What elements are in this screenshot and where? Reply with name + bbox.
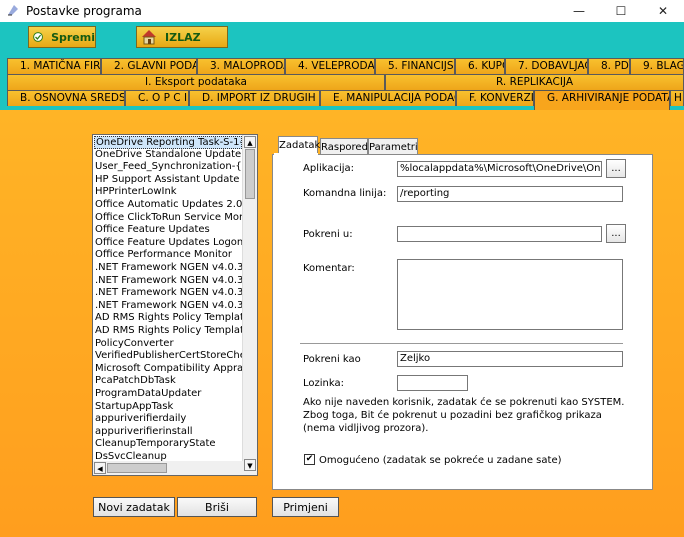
close-button[interactable]: ✕ [642,0,684,22]
app-icon [8,5,18,16]
comment-label: Komentar: [303,263,355,274]
tab-manipulacija-podacima[interactable]: E. MANIPULACIJA PODACIMA [320,90,456,106]
save-label: Spremi [51,30,95,44]
tab-dobavljaci[interactable]: 7. DOBAVLJAČI [505,58,588,74]
task-list-item[interactable]: .NET Framework NGEN v4.0.30319 64 [94,287,243,300]
separator [300,343,623,344]
task-list-item[interactable]: CleanupTemporaryState [94,438,243,451]
scroll-thumb[interactable] [245,149,255,199]
tab-osnovna-sredstva[interactable]: B. OSNOVNA SREDSTVA [7,90,125,106]
tab-pdv[interactable]: 8. PDV [588,58,630,74]
tab-arhiviranje-podataka[interactable]: G. ARHIVIRANJE PODATAKA [534,90,670,110]
password-label: Lozinka: [303,378,344,389]
app-label: Aplikacija: [303,163,355,174]
app-path-field[interactable]: %localappdata%\Microsoft\OneDrive\OneDri… [397,161,602,177]
tab-eksport-podataka[interactable]: I. Eksport podataka [7,74,385,90]
home-icon [142,30,156,45]
exit-label: IZLAZ [165,30,201,44]
start-in-label: Pokreni u: [303,229,353,240]
scroll-left-arrow[interactable]: ◀ [94,462,106,474]
command-line-field[interactable]: /reporting [397,186,623,202]
scroll-up-arrow[interactable]: ▲ [244,136,256,148]
new-task-button[interactable]: Novi zadatak [93,497,175,517]
task-list-item[interactable]: .NET Framework NGEN v4.0.30319 Cri [94,300,243,313]
task-list-item[interactable]: StartupAppTask [94,401,243,414]
tab-opcije[interactable]: C. O P C I J E [125,90,189,106]
task-list-item[interactable]: appuriverifierdaily [94,413,243,426]
tab-kupci[interactable]: 6. KUPCI [455,58,505,74]
scroll-down-arrow[interactable]: ▼ [244,459,256,471]
browse-start-in-button[interactable]: ... [606,224,626,243]
title-bar: Postavke programa — ☐ ✕ [0,0,684,22]
task-list-item[interactable]: OneDrive Standalone Update Task-S-1 [94,149,243,162]
task-list-item[interactable]: Office Automatic Updates 2.0 [94,199,243,212]
task-list-item[interactable]: .NET Framework NGEN v4.0.30319 [94,262,243,275]
start-in-field[interactable] [397,226,602,242]
run-as-field[interactable]: Zeljko [397,351,623,367]
exit-button[interactable]: IZLAZ [136,26,228,48]
tab-glavni-podaci[interactable]: 2. GLAVNI PODACI [101,58,197,74]
task-list[interactable]: OneDrive Reporting Task-S-1-5-21-223OneD… [92,134,258,476]
window-title: Postavke programa [26,4,142,18]
task-list-item[interactable]: VerifiedPublisherCertStoreCheck [94,350,243,363]
run-as-label: Pokreni kao [303,354,361,365]
enabled-label: Omogućeno (zadatak se pokreće u zadane s… [319,455,562,466]
check-icon [33,32,43,42]
task-list-item[interactable]: Office ClickToRun Service Monitor [94,212,243,225]
task-list-item[interactable]: OneDrive Reporting Task-S-1-5-21-223 [94,136,242,149]
list-vertical-scrollbar[interactable]: ▲ ▼ [242,135,257,475]
task-list-item[interactable]: Office Performance Monitor [94,249,243,262]
tab-konverzija[interactable]: F. KONVERZIJA [456,90,534,106]
task-list-item[interactable]: User_Feed_Synchronization-{425BC552 [94,161,243,174]
task-list-item[interactable]: HP Support Assistant Update Notice [94,174,243,187]
tab-maloprodaja[interactable]: 3. MALOPRODAJA [197,58,285,74]
active-tab-joint [274,153,318,155]
tab-veleprodaja[interactable]: 4. VELEPRODAJA [285,58,375,74]
password-field[interactable] [397,375,468,391]
task-list-item[interactable]: PcaPatchDbTask [94,375,243,388]
tab-replikacija[interactable]: R. REPLIKACIJA [385,74,684,90]
task-list-item[interactable]: Office Feature Updates [94,224,243,237]
main-tabs: 1. MATIČNA FIRMA 2. GLAVNI PODACI 3. MAL… [0,54,684,110]
task-list-item[interactable]: AD RMS Rights Policy Template Manag [94,312,243,325]
apply-button[interactable]: Primjeni [272,497,339,517]
list-horizontal-scrollbar[interactable]: ◀ [93,461,243,475]
task-list-item[interactable]: appuriverifierinstall [94,426,243,439]
tab-h[interactable]: H [670,90,684,106]
tab-maticna-firma[interactable]: 1. MATIČNA FIRMA [7,58,101,74]
tab-financijsko[interactable]: 5. FINANCIJSKO [375,58,455,74]
tab-blagajna[interactable]: 9. BLAGAJNA [630,58,684,74]
minimize-button[interactable]: — [558,0,600,22]
save-button[interactable]: Spremi [28,26,96,48]
toolbar: Spremi IZLAZ [0,22,684,54]
tab-import-iz-drugih-baza[interactable]: D. IMPORT IZ DRUGIH BAZA [189,90,320,106]
task-list-item[interactable]: AD RMS Rights Policy Template Manag [94,325,243,338]
info-note: Ako nije naveden korisnik, zadatak će se… [303,397,625,434]
comment-field[interactable] [397,259,623,330]
cmd-label: Komandna linija: [303,188,387,199]
browse-app-button[interactable]: ... [606,159,626,178]
hscroll-thumb[interactable] [107,463,167,473]
task-list-item[interactable]: Microsoft Compatibility Appraiser [94,363,243,376]
task-list-item[interactable]: HPPrinterLowInk [94,186,243,199]
task-list-item[interactable]: ProgramDataUpdater [94,388,243,401]
task-list-item[interactable]: .NET Framework NGEN v4.0.30319 64 [94,275,243,288]
task-list-item[interactable]: PolicyConverter [94,338,243,351]
enabled-checkbox[interactable]: ✔ [304,454,315,465]
delete-button[interactable]: Briši [177,497,257,517]
maximize-button[interactable]: ☐ [600,0,642,22]
task-list-item[interactable]: Office Feature Updates Logon [94,237,243,250]
